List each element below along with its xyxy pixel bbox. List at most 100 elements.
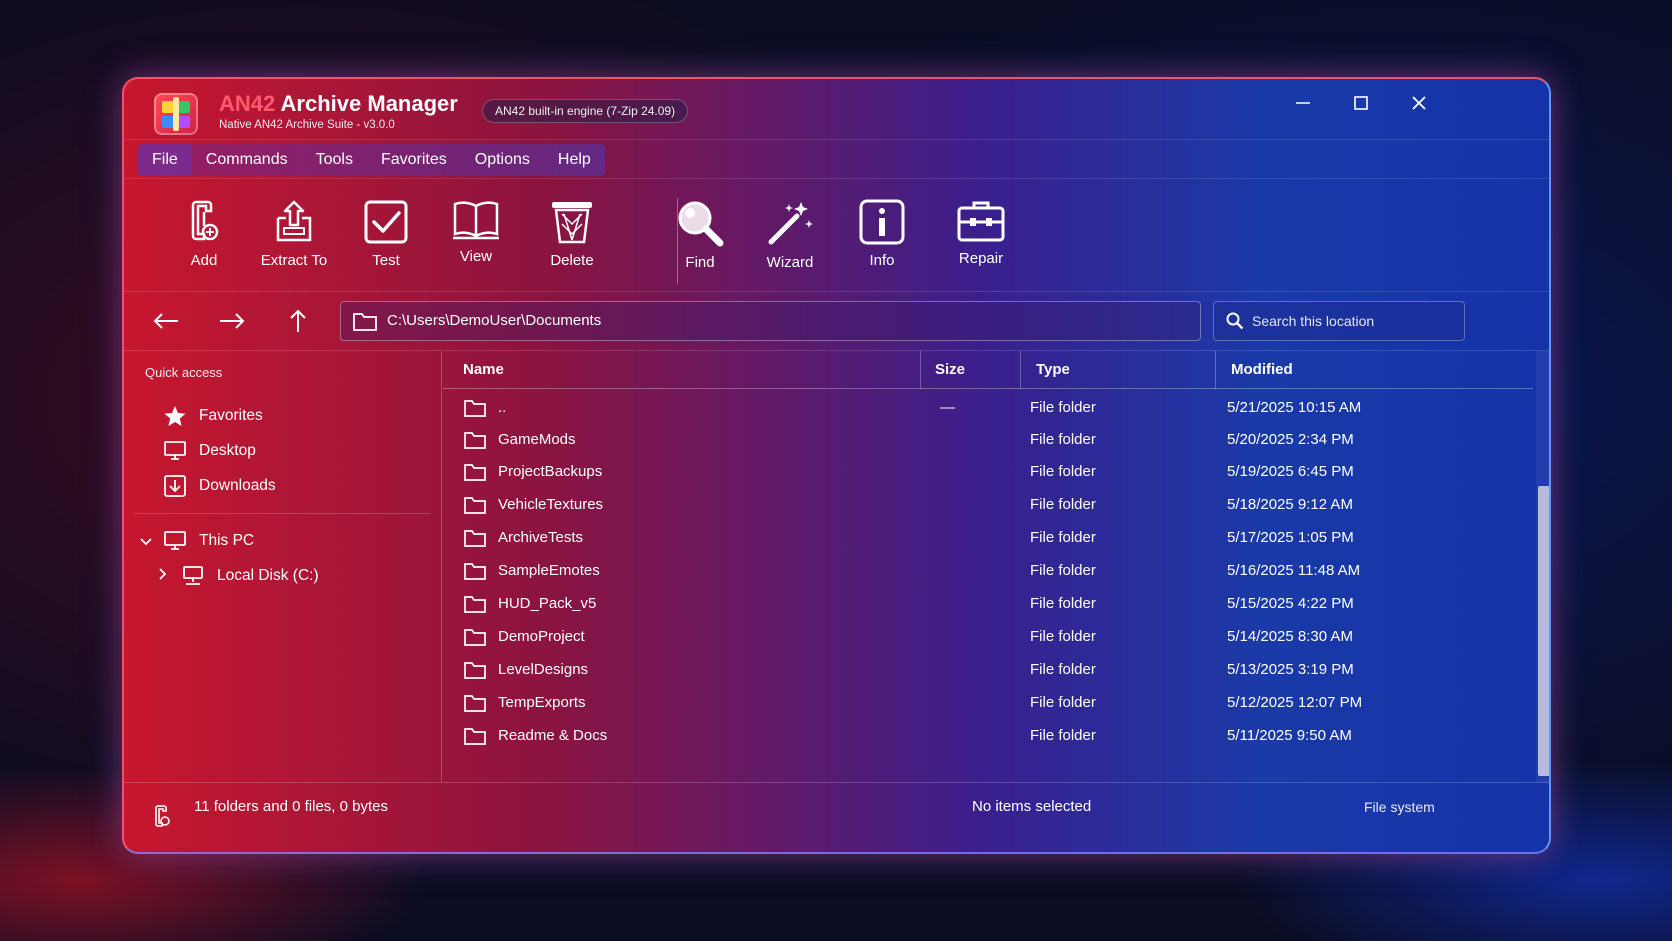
book-icon bbox=[453, 201, 499, 240]
info-button[interactable]: Info bbox=[837, 190, 927, 284]
add-archive-icon bbox=[191, 200, 219, 241]
column-header-type[interactable]: Type bbox=[1021, 351, 1216, 389]
menu-bar: File Commands Tools Favorites Options He… bbox=[124, 139, 1549, 179]
file-modified: 5/21/2025 10:15 AM bbox=[1227, 399, 1362, 416]
folder-icon bbox=[464, 563, 486, 580]
file-modified: 5/18/2025 9:12 AM bbox=[1227, 496, 1353, 513]
file-name: VehicleTextures bbox=[498, 496, 604, 513]
menu-commands[interactable]: Commands bbox=[192, 144, 302, 176]
repair-label: Repair bbox=[958, 250, 1004, 267]
folder-icon bbox=[464, 662, 486, 679]
find-button[interactable]: Find bbox=[655, 190, 745, 284]
file-modified: 5/19/2025 6:45 PM bbox=[1227, 463, 1354, 480]
toolbox-icon bbox=[957, 201, 1005, 242]
file-size: — bbox=[940, 399, 955, 416]
wizard-button[interactable]: Wizard bbox=[745, 190, 835, 284]
column-header-modified[interactable]: Modified bbox=[1216, 351, 1533, 389]
vertical-scrollbar[interactable] bbox=[1536, 351, 1549, 783]
search-input[interactable] bbox=[1252, 302, 1452, 340]
status-bar: 11 folders and 0 files, 0 bytes No items… bbox=[124, 782, 1549, 852]
add-button[interactable]: Add bbox=[159, 190, 249, 284]
sidebar-item-downloads[interactable]: Downloads bbox=[163, 471, 276, 501]
folder-icon bbox=[464, 695, 486, 712]
address-bar[interactable]: C:\Users\DemoUser\Documents bbox=[340, 301, 1201, 341]
menu-file[interactable]: File bbox=[138, 144, 192, 176]
file-name: .. bbox=[498, 399, 507, 416]
sidebar-item-favorites[interactable]: Favorites bbox=[163, 401, 263, 431]
maximize-button[interactable] bbox=[1339, 87, 1383, 119]
back-button[interactable] bbox=[148, 306, 184, 336]
table-row[interactable]: SampleEmotes File folder 5/16/2025 11:48 A… bbox=[443, 554, 1533, 587]
file-name: TempExports bbox=[498, 694, 586, 711]
table-row[interactable]: HUD_Pack_v5 File folder 5/15/2025 4:22 PM bbox=[443, 587, 1533, 620]
file-list: Name Size Type Modified .. — File folder 5/… bbox=[443, 350, 1549, 783]
file-modified: 5/11/2025 9:50 AM bbox=[1227, 727, 1352, 744]
file-name: ProjectBackups bbox=[498, 463, 603, 480]
menu-options[interactable]: Options bbox=[461, 144, 544, 176]
status-source: File system bbox=[1364, 799, 1435, 815]
toolbar: Add Extract To Test View Delete Find Wiz… bbox=[124, 180, 1549, 292]
test-button[interactable]: Test bbox=[341, 190, 431, 284]
magic-wand-icon bbox=[768, 202, 813, 245]
folder-icon bbox=[464, 464, 486, 481]
table-row[interactable]: VehicleTextures File folder 5/18/2025 9:12… bbox=[443, 488, 1533, 521]
close-button[interactable] bbox=[1397, 87, 1441, 119]
forward-button[interactable] bbox=[214, 306, 250, 336]
sidebar-item-local-disk[interactable]: Local Disk (C:) bbox=[181, 561, 319, 591]
file-modified: 5/20/2025 2:34 PM bbox=[1227, 431, 1354, 448]
table-row[interactable]: ArchiveTests File folder 5/17/2025 1:05 PM bbox=[443, 521, 1533, 554]
chevron-right-icon[interactable] bbox=[158, 567, 168, 583]
trash-icon bbox=[552, 202, 592, 244]
info-label: Info bbox=[869, 252, 895, 269]
table-row[interactable]: TempExports File folder 5/12/2025 12:07 PM bbox=[443, 686, 1533, 719]
up-button[interactable] bbox=[280, 306, 316, 336]
file-modified: 5/17/2025 1:05 PM bbox=[1227, 529, 1354, 546]
app-window: AN42 Archive Manager Native AN42 Archive… bbox=[122, 77, 1551, 854]
search-box[interactable] bbox=[1213, 301, 1465, 341]
sidebar: Quick access Favorites Desktop Downloads… bbox=[124, 350, 442, 782]
find-label: Find bbox=[685, 254, 715, 271]
menu-tools[interactable]: Tools bbox=[302, 144, 367, 176]
table-row[interactable]: DemoProject File folder 5/14/2025 8:30 AM bbox=[443, 620, 1533, 653]
table-row[interactable]: ProjectBackups File folder 5/19/2025 6:45 … bbox=[443, 455, 1533, 488]
chevron-down-icon[interactable] bbox=[140, 534, 152, 550]
sidebar-item-label: Desktop bbox=[199, 442, 256, 459]
arrow-right-icon bbox=[220, 313, 245, 329]
column-header-size[interactable]: Size bbox=[921, 351, 1021, 389]
column-header-name[interactable]: Name bbox=[443, 351, 921, 389]
app-title: AN42 Archive Manager bbox=[219, 91, 458, 116]
file-name: ArchiveTests bbox=[498, 529, 584, 546]
minimize-button[interactable] bbox=[1281, 87, 1325, 119]
menu-help[interactable]: Help bbox=[544, 144, 605, 176]
file-modified: 5/12/2025 12:07 PM bbox=[1227, 694, 1363, 711]
extract-to-button[interactable]: Extract To bbox=[249, 190, 339, 284]
file-modified: 5/13/2025 3:19 PM bbox=[1227, 661, 1354, 678]
sidebar-item-this-pc[interactable]: This PC bbox=[163, 526, 254, 556]
quick-access-heading: Quick access bbox=[145, 365, 223, 380]
file-list-header: Name Size Type Modified bbox=[443, 351, 1533, 389]
sidebar-divider bbox=[134, 513, 430, 514]
add-label: Add bbox=[190, 252, 218, 269]
file-modified: 5/14/2025 8:30 AM bbox=[1227, 628, 1353, 645]
menu-favorites[interactable]: Favorites bbox=[367, 144, 461, 176]
download-icon bbox=[164, 475, 186, 497]
engine-badge: AN42 built-in engine (7-Zip 24.09) bbox=[482, 99, 689, 123]
file-name: LevelDesigns bbox=[498, 661, 589, 678]
delete-button[interactable]: Delete bbox=[527, 190, 617, 284]
scrollbar-thumb[interactable] bbox=[1538, 486, 1549, 776]
table-row[interactable]: .. — File folder 5/21/2025 10:15 AM bbox=[443, 391, 1533, 424]
sidebar-item-label: This PC bbox=[199, 532, 255, 549]
table-row[interactable]: GameMods File folder 5/20/2025 2:34 PM bbox=[443, 423, 1533, 456]
repair-button[interactable]: Repair bbox=[936, 190, 1026, 284]
magnifier-icon bbox=[678, 201, 724, 247]
sidebar-item-desktop[interactable]: Desktop bbox=[163, 436, 256, 466]
view-button[interactable]: View bbox=[431, 190, 521, 284]
file-type: File folder bbox=[1030, 562, 1096, 579]
folder-icon bbox=[464, 432, 486, 449]
address-path: C:\Users\DemoUser\Documents bbox=[387, 312, 602, 329]
file-type: File folder bbox=[1030, 727, 1096, 744]
file-type: File folder bbox=[1030, 399, 1096, 416]
table-row[interactable]: LevelDesigns File folder 5/13/2025 3:19 PM bbox=[443, 653, 1533, 686]
table-row[interactable]: Readme & Docs File folder 5/11/2025 9:50 A… bbox=[443, 719, 1533, 752]
archive-icon bbox=[155, 805, 170, 827]
